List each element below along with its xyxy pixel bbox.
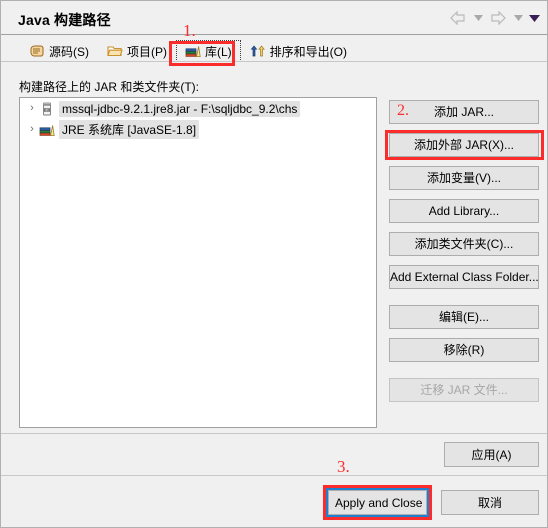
page-title: Java 构建路径 (18, 12, 111, 28)
tabstrip-divider (1, 61, 547, 62)
tab-source-label: 源码(S) (49, 44, 89, 59)
jar-list-label: 构建路径上的 JAR 和类文件夹(T): (19, 80, 199, 94)
tab-bar: 源码(S) 项目(P) 库(L) 排序和导出(O) (1, 35, 547, 62)
list-item-label: JRE 系统库 [JavaSE-1.8] (59, 120, 200, 139)
add-external-class-folder-button[interactable]: Add External Class Folder... (389, 265, 539, 289)
add-library-button[interactable]: Add Library... (389, 199, 539, 223)
dialog-titlebar: Java 构建路径 (1, 1, 547, 35)
navigation-toolbar (447, 8, 541, 28)
forward-history-chevron-down-icon[interactable] (511, 8, 525, 28)
java-build-path-dialog: Java 构建路径 源码(S) 项目(P) 库(L) 排序和导出(O) 构建路径… (0, 0, 548, 528)
apply-button[interactable]: 应用(A) (444, 442, 539, 467)
expand-chevron-right-icon[interactable]: › (25, 98, 39, 119)
migrate-jar-file-button: 迁移 JAR 文件... (389, 378, 539, 402)
build-path-entries-list[interactable]: › 010 mssql-jdbc-9.2.1.jre8.jar - F:\sql… (19, 97, 377, 428)
add-class-folder-button[interactable]: 添加类文件夹(C)... (389, 232, 539, 256)
apply-row-divider (1, 433, 547, 434)
tab-order-and-export-label: 排序和导出(O) (269, 44, 347, 59)
annotation-step-3: 3. (337, 457, 350, 476)
tab-projects-label: 项目(P) (127, 44, 167, 59)
remove-button[interactable]: 移除(R) (389, 338, 539, 362)
add-external-jars-button[interactable]: 添加外部 JAR(X)... (389, 133, 539, 157)
forward-arrow-icon[interactable] (487, 8, 509, 28)
svg-text:010: 010 (44, 108, 50, 112)
source-package-icon (29, 43, 45, 59)
jar-file-icon: 010 (39, 101, 55, 117)
footer-divider (1, 475, 547, 476)
tab-source[interactable]: 源码(S) (20, 40, 98, 62)
back-history-chevron-down-icon[interactable] (471, 8, 485, 28)
project-folder-icon (107, 43, 123, 59)
tab-order-and-export[interactable]: 排序和导出(O) (241, 40, 356, 62)
edit-button[interactable]: 编辑(E)... (389, 305, 539, 329)
jre-library-icon (39, 122, 55, 138)
apply-and-close-button[interactable]: Apply and Close (326, 488, 429, 517)
list-item[interactable]: › 010 mssql-jdbc-9.2.1.jre8.jar - F:\sql… (20, 98, 376, 119)
add-variable-button[interactable]: 添加变量(V)... (389, 166, 539, 190)
list-item-label: mssql-jdbc-9.2.1.jre8.jar - F:\sqljdbc_9… (59, 100, 301, 117)
tab-projects[interactable]: 项目(P) (98, 40, 176, 62)
tab-libraries-label: 库(L) (205, 44, 232, 59)
add-jar-button[interactable]: 添加 JAR... (389, 100, 539, 124)
expand-chevron-right-icon[interactable]: › (25, 119, 39, 140)
view-menu-chevron-down-icon[interactable] (527, 8, 541, 28)
list-item[interactable]: › JRE 系统库 [JavaSE-1.8] (20, 119, 376, 140)
cancel-button[interactable]: 取消 (441, 490, 539, 515)
tab-libraries[interactable]: 库(L) (176, 40, 241, 62)
back-arrow-icon[interactable] (447, 8, 469, 28)
order-export-arrows-icon (250, 43, 266, 59)
libraries-books-icon (185, 43, 201, 59)
